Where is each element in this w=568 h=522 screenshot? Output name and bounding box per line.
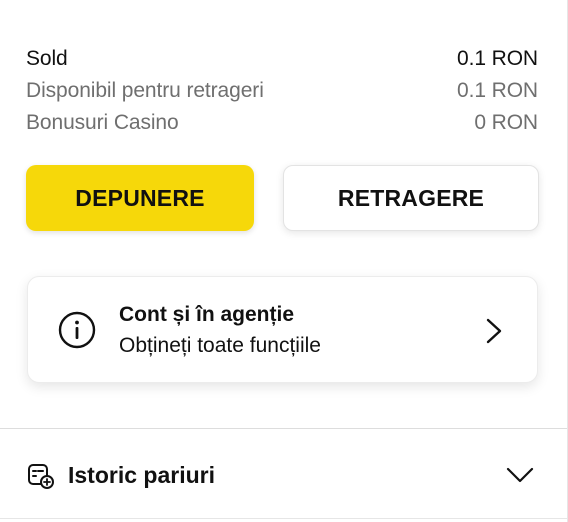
bet-history-icon <box>28 464 54 489</box>
card-subtitle: Obțineți toate funcțiile <box>119 334 321 357</box>
balance-label: Bonusuri Casino <box>26 111 179 134</box>
balance-value: 0.1 RON <box>457 79 538 102</box>
agency-account-card[interactable]: Cont și în agenție Obțineți toate funcți… <box>27 276 538 383</box>
chevron-right-icon <box>486 318 502 344</box>
balance-row-withdrawable: Disponibil pentru retrageri 0.1 RON <box>26 75 538 107</box>
balance-value: 0.1 RON <box>457 47 538 70</box>
bottom-divider <box>0 518 567 519</box>
chevron-down-icon <box>506 467 534 483</box>
bet-history-row[interactable]: Istoric pariuri <box>0 429 567 519</box>
info-icon <box>58 311 96 349</box>
balance-row-sold: Sold 0.1 RON <box>26 43 538 75</box>
balance-row-casino-bonus: Bonusuri Casino 0 RON <box>26 107 538 139</box>
account-panel: Sold 0.1 RON Disponibil pentru retrageri… <box>0 0 568 522</box>
balance-value: 0 RON <box>474 111 538 134</box>
balance-label: Sold <box>26 47 68 70</box>
bet-history-label: Istoric pariuri <box>68 462 215 488</box>
withdraw-button[interactable]: RETRAGERE <box>283 165 539 231</box>
balance-summary: Sold 0.1 RON Disponibil pentru retrageri… <box>26 43 538 139</box>
deposit-button[interactable]: DEPUNERE <box>26 165 254 231</box>
balance-label: Disponibil pentru retrageri <box>26 79 264 102</box>
card-title: Cont și în agenție <box>119 303 295 326</box>
